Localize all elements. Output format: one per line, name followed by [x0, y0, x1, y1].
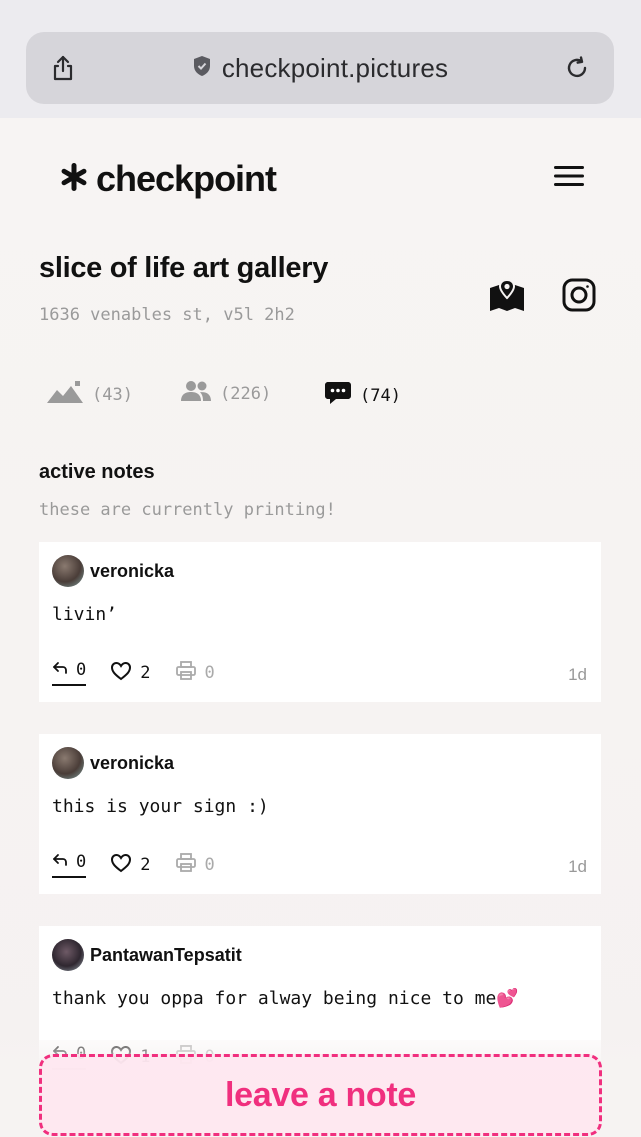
avatar[interactable]	[52, 939, 84, 971]
reply-arrow-icon	[52, 852, 68, 872]
asterisk-logo-icon	[58, 161, 90, 198]
note-username[interactable]: veronicka	[90, 753, 174, 774]
reply-count: 0	[76, 852, 87, 872]
note-text: thank you oppa for alway being nice to m…	[52, 988, 519, 1009]
note-timestamp: 1d	[568, 857, 587, 876]
section-title: active notes	[39, 461, 155, 483]
chat-bubble-icon	[324, 380, 352, 411]
printer-icon	[175, 660, 197, 686]
photos-count: (43)	[92, 384, 133, 405]
like-count: 2	[140, 663, 151, 683]
heart-icon	[110, 661, 132, 686]
print-count: 0	[204, 855, 215, 875]
heart-icon	[110, 853, 132, 878]
address-bar[interactable]: checkpoint.pictures	[26, 32, 614, 104]
map-icon[interactable]	[488, 278, 526, 314]
like-count: 2	[140, 855, 151, 875]
note-card[interactable]: veronicka livin’ 0 2 0 1d	[39, 542, 601, 702]
tab-people[interactable]: (226)	[180, 380, 271, 407]
shield-icon	[192, 55, 212, 82]
note-text: this is your sign :)	[52, 796, 269, 817]
note-card[interactable]: veronicka this is your sign :) 0 2 0 1d	[39, 734, 601, 894]
reply-button[interactable]: 0	[52, 660, 87, 686]
mountain-icon	[46, 380, 84, 409]
avatar[interactable]	[52, 555, 84, 587]
url-text: checkpoint.pictures	[221, 52, 449, 83]
tab-photos[interactable]: (43)	[46, 380, 133, 409]
browser-toolbar: checkpoint.pictures	[0, 0, 641, 118]
logo-text: checkpoint	[96, 158, 277, 199]
people-count: (226)	[220, 383, 272, 404]
section-subtitle: these are currently printing!	[39, 500, 336, 520]
like-button[interactable]: 2	[110, 661, 151, 686]
logo[interactable]: checkpoint	[58, 158, 277, 200]
venue-address: 1636 venables st, v5l 2h2	[39, 305, 295, 325]
tab-notes[interactable]: (74)	[324, 380, 401, 411]
reload-icon[interactable]	[562, 53, 592, 83]
share-icon[interactable]	[48, 53, 78, 83]
avatar[interactable]	[52, 747, 84, 779]
like-button[interactable]: 2	[110, 853, 151, 878]
note-text: livin’	[52, 604, 118, 625]
notes-count: (74)	[360, 385, 401, 406]
reply-count: 0	[76, 660, 87, 680]
print-count: 0	[204, 663, 215, 683]
print-button[interactable]: 0	[175, 660, 215, 686]
leave-note-label: leave a note	[224, 1075, 417, 1114]
instagram-icon[interactable]	[561, 277, 597, 313]
venue-title: slice of life art gallery	[39, 252, 329, 284]
note-timestamp: 1d	[568, 665, 587, 684]
note-username[interactable]: veronicka	[90, 561, 174, 582]
people-icon	[180, 380, 212, 407]
reply-arrow-icon	[52, 660, 68, 680]
reply-button[interactable]: 0	[52, 852, 87, 878]
print-button[interactable]: 0	[175, 852, 215, 878]
hamburger-menu-icon[interactable]	[552, 162, 586, 190]
note-username[interactable]: PantawanTepsatit	[90, 945, 242, 966]
printer-icon	[175, 852, 197, 878]
leave-note-button[interactable]: leave a note	[39, 1054, 602, 1136]
